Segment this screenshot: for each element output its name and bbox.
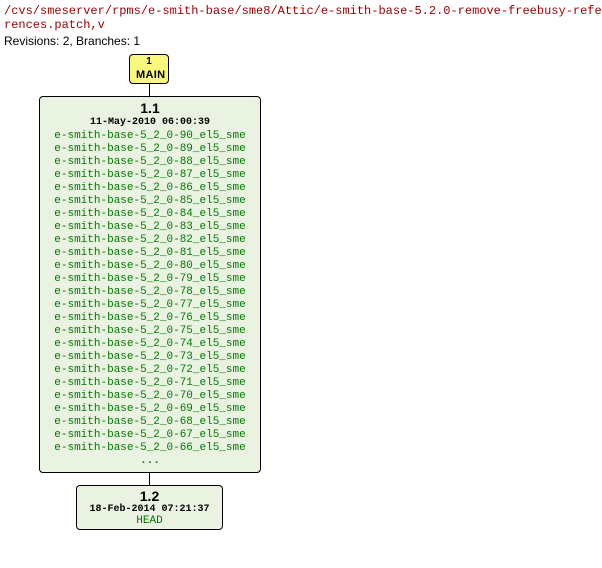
revision-tag: e-smith-base-5_2_0-78_el5_sme xyxy=(50,286,250,299)
tags-ellipsis: ... xyxy=(50,455,250,468)
revision-tag: e-smith-base-5_2_0-90_el5_sme xyxy=(50,130,250,143)
revision-tag: e-smith-base-5_2_0-82_el5_sme xyxy=(50,234,250,247)
connector xyxy=(149,472,150,485)
revision-tag: e-smith-base-5_2_0-89_el5_sme xyxy=(50,143,250,156)
branch-number: 1 xyxy=(136,56,162,67)
revision-tag: e-smith-base-5_2_0-88_el5_sme xyxy=(50,156,250,169)
file-path: /cvs/smeserver/rpms/e-smith-base/sme8/At… xyxy=(4,4,602,32)
revision-1-2: 1.2 18-Feb-2014 07:21:37 HEAD xyxy=(76,485,223,530)
head-label: HEAD xyxy=(85,515,214,527)
revision-tag: e-smith-base-5_2_0-66_el5_sme xyxy=(50,442,250,455)
revision-tag: e-smith-base-5_2_0-74_el5_sme xyxy=(50,338,250,351)
revision-tag: e-smith-base-5_2_0-67_el5_sme xyxy=(50,429,250,442)
revision-1-1: 1.1 11-May-2010 06:00:39 e-smith-base-5_… xyxy=(39,96,261,473)
revision-tag: e-smith-base-5_2_0-76_el5_sme xyxy=(50,312,250,325)
branch-label: MAIN xyxy=(136,69,165,81)
revision-tag: e-smith-base-5_2_0-75_el5_sme xyxy=(50,325,250,338)
revision-tag: e-smith-base-5_2_0-83_el5_sme xyxy=(50,221,250,234)
revision-tag: e-smith-base-5_2_0-85_el5_sme xyxy=(50,195,250,208)
revision-tag: e-smith-base-5_2_0-69_el5_sme xyxy=(50,403,250,416)
revision-title: 1.1 xyxy=(50,102,250,115)
revision-tag: e-smith-base-5_2_0-87_el5_sme xyxy=(50,169,250,182)
revision-tag: e-smith-base-5_2_0-77_el5_sme xyxy=(50,299,250,312)
revision-tag: e-smith-base-5_2_0-73_el5_sme xyxy=(50,351,250,364)
revision-timestamp: 18-Feb-2014 07:21:37 xyxy=(85,504,214,515)
revision-tag: e-smith-base-5_2_0-79_el5_sme xyxy=(50,273,250,286)
revision-tag: e-smith-base-5_2_0-71_el5_sme xyxy=(50,377,250,390)
revision-tag: e-smith-base-5_2_0-72_el5_sme xyxy=(50,364,250,377)
revision-tag: e-smith-base-5_2_0-86_el5_sme xyxy=(50,182,250,195)
revision-timestamp: 11-May-2010 06:00:39 xyxy=(50,116,250,129)
revision-title: 1.2 xyxy=(85,488,214,504)
branch-main: 1 MAIN xyxy=(129,54,169,84)
revision-tag: e-smith-base-5_2_0-81_el5_sme xyxy=(50,247,250,260)
revision-tag: e-smith-base-5_2_0-68_el5_sme xyxy=(50,416,250,429)
revision-tag: e-smith-base-5_2_0-80_el5_sme xyxy=(50,260,250,273)
connector xyxy=(149,84,150,96)
revision-tag: e-smith-base-5_2_0-70_el5_sme xyxy=(50,390,250,403)
revisions-summary: Revisions: 2, Branches: 1 xyxy=(4,34,602,48)
revision-graph: 1 MAIN 1.1 11-May-2010 06:00:39 e-smith-… xyxy=(4,54,598,564)
revision-tag: e-smith-base-5_2_0-84_el5_sme xyxy=(50,208,250,221)
